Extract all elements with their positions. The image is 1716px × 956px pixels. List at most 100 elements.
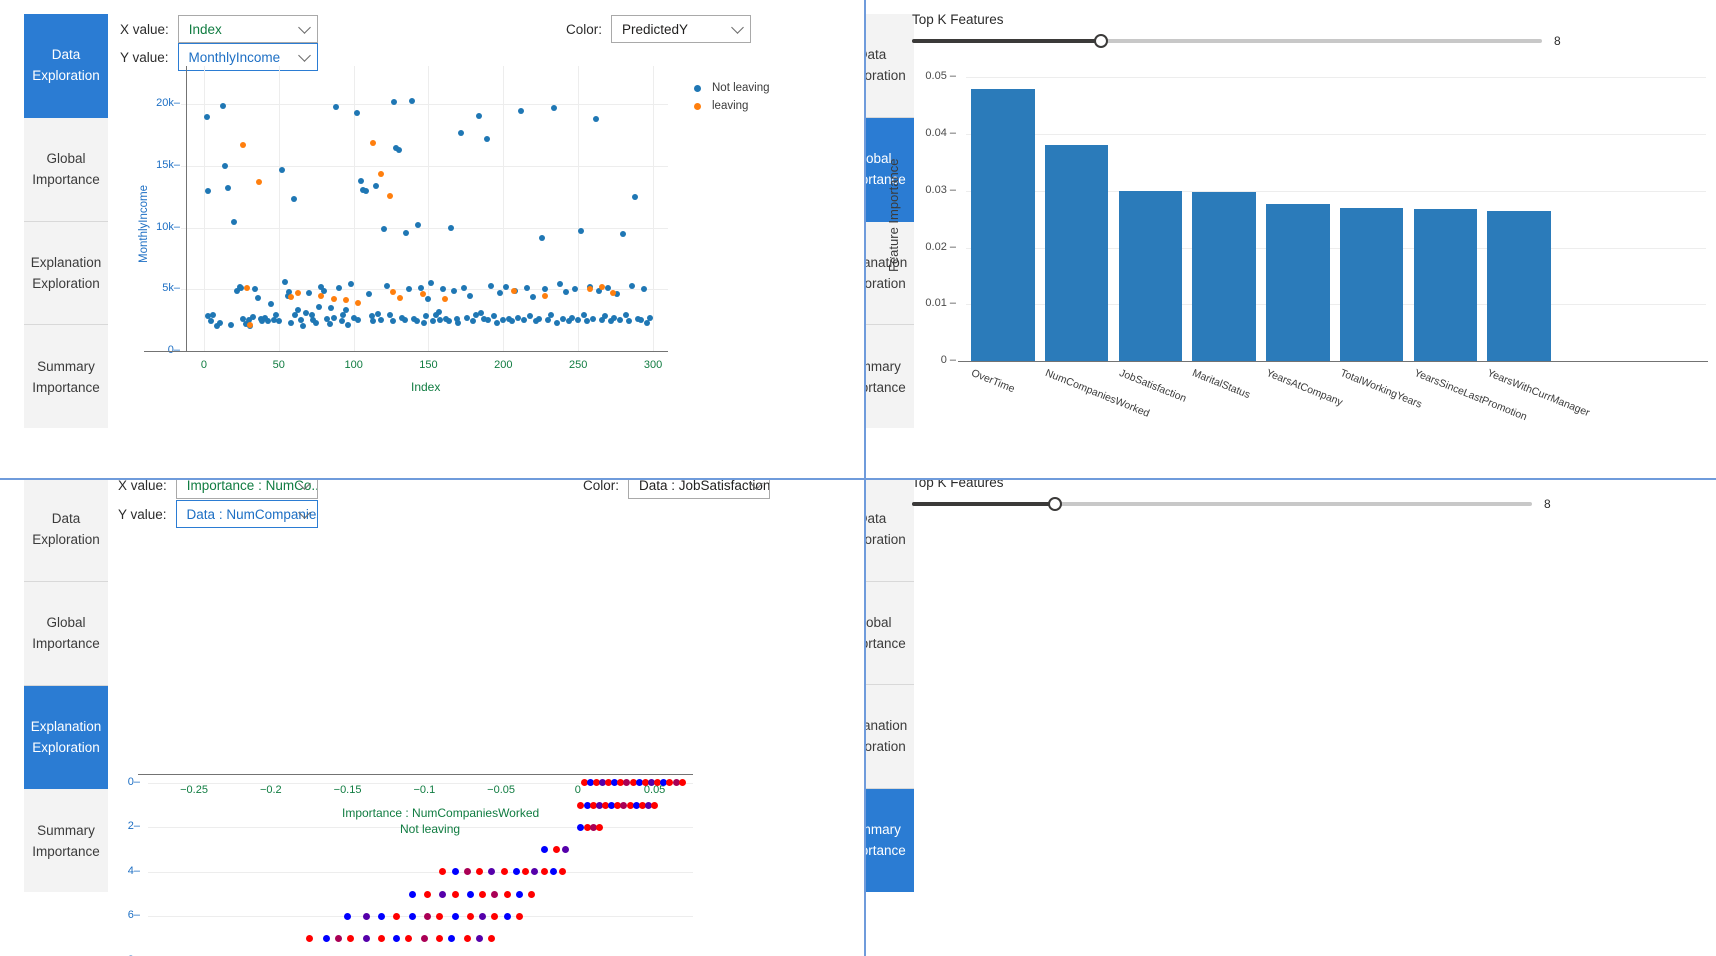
scatter-point xyxy=(651,801,659,809)
scatter-point xyxy=(545,317,552,324)
scatter-point xyxy=(250,314,257,321)
scatter-point xyxy=(205,187,212,194)
scatter-point xyxy=(439,868,447,876)
scatter-point xyxy=(305,290,312,297)
scatter-point xyxy=(500,868,508,876)
scatter-point xyxy=(370,318,377,325)
scatter-point xyxy=(542,286,549,293)
scatter-point xyxy=(629,282,636,289)
scatter-point xyxy=(220,102,227,109)
scatter-point xyxy=(377,935,385,943)
bar[interactable] xyxy=(1044,145,1109,361)
grid-line xyxy=(148,871,693,873)
scatter-point xyxy=(313,319,320,326)
scatter-point xyxy=(275,318,282,325)
scatter-point xyxy=(441,296,448,303)
grid-line xyxy=(966,134,1706,136)
y-tick-label: 0.05 – xyxy=(925,70,956,83)
scatter-point xyxy=(401,317,408,324)
bar[interactable] xyxy=(1118,190,1183,361)
x-axis-line xyxy=(958,361,1708,363)
scatter-point xyxy=(476,112,483,119)
scatter-point xyxy=(299,323,306,330)
scatter-point xyxy=(347,935,355,943)
grid-line xyxy=(181,166,668,168)
scatter-point xyxy=(373,182,380,189)
scatter-point xyxy=(343,297,350,304)
scatter-point xyxy=(377,317,384,324)
scatter-point xyxy=(377,912,385,920)
scatter-point xyxy=(491,890,499,898)
y-tick-label: 2– xyxy=(127,820,140,833)
panel-global-importance: DataExplorationGlobalImportanceExplanati… xyxy=(866,0,1716,480)
grid-line xyxy=(181,227,668,229)
scatter-point xyxy=(287,319,294,326)
x-tick-label: 100 xyxy=(344,359,363,371)
scatter-point xyxy=(389,288,396,295)
scatter-point xyxy=(355,299,362,306)
scatter-point xyxy=(476,868,484,876)
scatter-point xyxy=(377,170,384,177)
x-category-label: YearsAtCompany xyxy=(1264,367,1345,409)
scatter-point xyxy=(512,868,520,876)
scatter-point xyxy=(203,113,210,120)
scatter-point xyxy=(518,107,525,114)
scatter-point xyxy=(557,281,564,288)
bar[interactable] xyxy=(971,88,1035,361)
scatter-plot-data-exploration[interactable]: 0– 5k– 10k– 15k– 20k– 0 50 100 150 200 250 300 Index… xyxy=(0,0,864,478)
scatter-point xyxy=(380,225,387,232)
scatter-point xyxy=(420,935,428,943)
scatter-point xyxy=(230,218,237,225)
scatter-point xyxy=(374,311,381,318)
scatter-point xyxy=(353,110,360,117)
x-tick-label: −0.2 xyxy=(259,784,282,796)
scatter-point xyxy=(488,935,496,943)
scatter-point xyxy=(540,846,548,854)
scatter-point xyxy=(419,291,426,298)
scatter-point xyxy=(386,312,393,319)
bar[interactable] xyxy=(1339,207,1404,361)
scatter-point xyxy=(531,868,539,876)
scatter-point xyxy=(358,177,365,184)
scatter-point xyxy=(530,293,537,300)
legend-label: leaving xyxy=(712,100,749,112)
dashboard-root: Data Exploration Global Importance Explanati… xyxy=(0,0,1716,956)
x-axis-line xyxy=(144,351,668,353)
scatter-point xyxy=(362,935,370,943)
legend-item[interactable]: leaving xyxy=(694,100,770,112)
grid-line xyxy=(966,77,1706,79)
scatter-point xyxy=(328,304,335,311)
beeswarm-plot-summary-importance[interactable]: −0.3 –−0.2 –−0.1 –0 –0.1 –0.2 –OverTimeN… xyxy=(866,480,1716,956)
y-tick-label: 0– xyxy=(127,775,140,788)
scatter-point xyxy=(332,103,339,110)
legend-item[interactable]: Not leaving xyxy=(694,82,770,94)
bar[interactable] xyxy=(1192,191,1256,361)
legend-swatch xyxy=(694,102,701,110)
scatter-point xyxy=(386,192,393,199)
bar[interactable] xyxy=(1266,203,1330,361)
bar[interactable] xyxy=(1413,208,1478,361)
scatter-point xyxy=(559,868,566,876)
scatter-point xyxy=(581,312,588,319)
scatter-point xyxy=(281,278,288,285)
scatter-point xyxy=(595,823,603,831)
scatter-point xyxy=(340,312,347,319)
scatter-point xyxy=(397,295,404,301)
scatter-point xyxy=(620,230,627,237)
scatter-point xyxy=(326,320,333,327)
bar-chart-global-importance[interactable]: 0 – 0.01 – 0.02 – 0.03 – 0.04 – 0.05 – OverTim… xyxy=(866,0,1716,478)
scatter-point xyxy=(343,307,350,314)
scatter-point xyxy=(554,319,561,326)
scatter-point xyxy=(470,318,477,325)
scatter-point xyxy=(224,185,231,192)
grid-line xyxy=(353,66,355,351)
scatter-point xyxy=(447,224,454,231)
scatter-point xyxy=(609,290,616,297)
scatter-point xyxy=(477,309,484,316)
bar[interactable] xyxy=(1487,210,1551,361)
scatter-plot-explanation-exploration[interactable]: 0–2–4–6–8–−0.25−0.2−0.15−0.1−0.0500.05Im… xyxy=(0,480,864,956)
scatter-point xyxy=(302,309,309,316)
x-tick-label: 0.05 xyxy=(643,784,666,796)
scatter-point xyxy=(552,846,560,854)
scatter-point xyxy=(503,912,511,920)
